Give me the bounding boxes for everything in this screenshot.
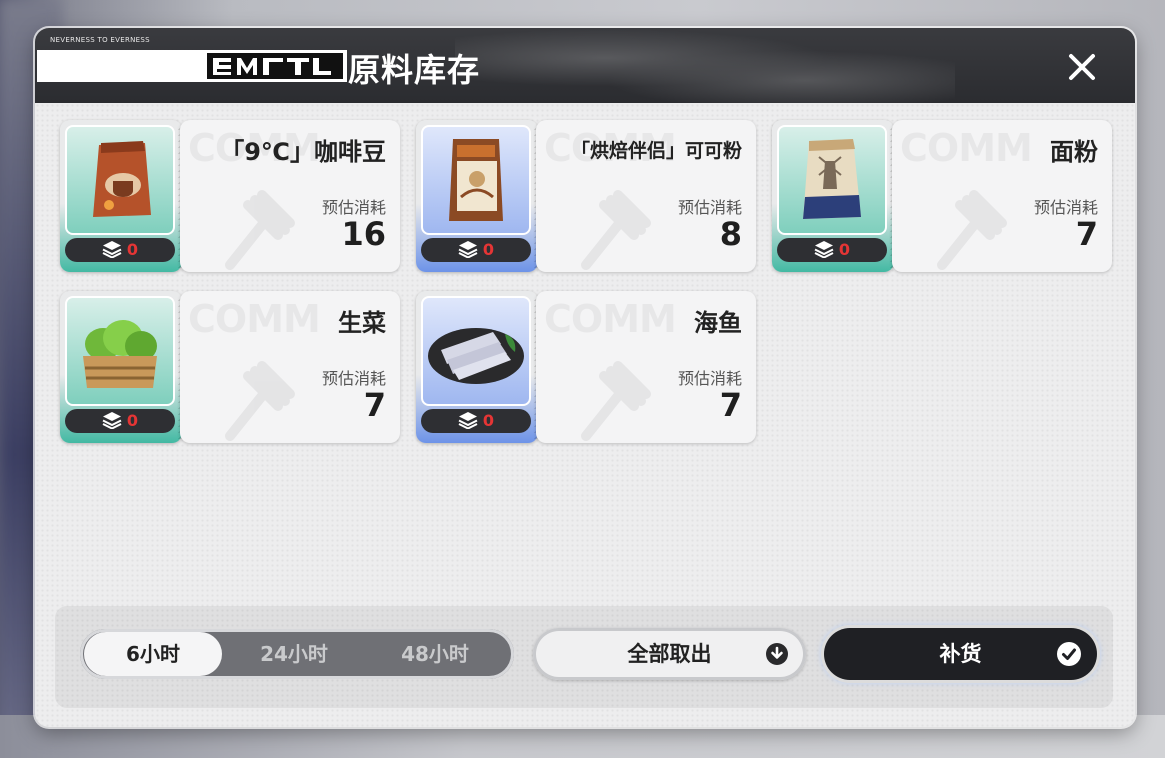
restock-button[interactable]: 补货: [824, 628, 1097, 680]
fork-watermark-icon: [581, 190, 651, 270]
take-all-label: 全部取出: [627, 642, 712, 666]
take-all-button[interactable]: 全部取出: [533, 628, 806, 680]
brand-text: NEVERNESS TO EVERNESS: [50, 36, 150, 44]
duration-selector: 6小时 24小时 48小时: [80, 629, 514, 679]
watermark-icon: COMM: [544, 297, 677, 341]
estimate-value: 8: [719, 215, 742, 253]
ingredient-info: COMM 海鱼 预估消耗 7: [536, 291, 756, 443]
ingredient-thumbnail: 0: [416, 291, 538, 443]
duration-option-24h[interactable]: 24小时: [225, 632, 363, 676]
flour-bag-icon: [803, 139, 861, 219]
layers-icon: [814, 241, 834, 259]
ingredient-thumbnail: 0: [60, 291, 182, 443]
ingredient-name: 「烘焙伴侣」可可粉: [570, 140, 742, 162]
duration-option-6h[interactable]: 6小时: [84, 632, 222, 676]
fork-watermark-icon: [581, 361, 651, 441]
ingredient-info: COMM 「9℃」咖啡豆 预估消耗 16: [180, 120, 400, 272]
estimate-value: 16: [341, 215, 386, 253]
restock-label: 补货: [939, 642, 982, 666]
ingredient-name: 海鱼: [694, 309, 742, 337]
ingredient-thumbnail: 0: [772, 120, 894, 272]
close-icon[interactable]: [1065, 50, 1099, 84]
ingredient-card[interactable]: 0 COMM 面粉 预估消耗 7: [772, 120, 1112, 272]
ingredient-card[interactable]: 0 COMM 「烘焙伴侣」可可粉 预估消耗 8: [416, 120, 756, 272]
watermark-icon: COMM: [188, 297, 321, 341]
stock-count: 0: [65, 238, 175, 262]
ingredient-name: 面粉: [1050, 138, 1098, 166]
download-circle-icon: [766, 643, 788, 665]
ingredient-info: COMM 面粉 预估消耗 7: [892, 120, 1112, 272]
panel-header: NEVERNESS TO EVERNESS 原料库存: [35, 28, 1135, 103]
ingredient-thumbnail: 0: [416, 120, 538, 272]
estimate-value: 7: [1075, 215, 1098, 253]
cocoa-pouch-icon: [449, 139, 503, 221]
estimate-value: 7: [363, 386, 386, 424]
estimate-value: 7: [719, 386, 742, 424]
stock-count: 0: [421, 238, 531, 262]
logo-mark-icon: [207, 53, 343, 79]
fork-watermark-icon: [937, 190, 1007, 270]
fork-watermark-icon: [225, 190, 295, 270]
watermark-icon: COMM: [900, 126, 1033, 170]
ingredient-info: COMM 生菜 预估消耗 7: [180, 291, 400, 443]
layers-icon: [458, 412, 478, 430]
coffee-bag-icon: [93, 141, 151, 217]
lettuce-crate-icon: [83, 320, 157, 388]
ingredient-name: 「9℃」咖啡豆: [220, 138, 386, 166]
inventory-panel: NEVERNESS TO EVERNESS 原料库存 0 COMM 「9℃」咖啡…: [35, 28, 1135, 727]
check-circle-icon: [1057, 642, 1081, 666]
ingredient-card[interactable]: 0 COMM 「9℃」咖啡豆 预估消耗 16: [60, 120, 400, 272]
ingredient-info: COMM 「烘焙伴侣」可可粉 预估消耗 8: [536, 120, 756, 272]
fish-plate-icon: [428, 328, 524, 384]
stock-count: 0: [777, 238, 887, 262]
ingredient-card[interactable]: 0 COMM 海鱼 预估消耗 7: [416, 291, 756, 443]
stock-count: 0: [65, 409, 175, 433]
layers-icon: [102, 412, 122, 430]
duration-option-48h[interactable]: 48小时: [366, 632, 504, 676]
stock-count: 0: [421, 409, 531, 433]
layers-icon: [102, 241, 122, 259]
ingredient-name: 生菜: [338, 309, 386, 337]
fork-watermark-icon: [225, 361, 295, 441]
page-title: 原料库存: [348, 51, 481, 89]
ingredient-thumbnail: 0: [60, 120, 182, 272]
ingredient-card[interactable]: 0 COMM 生菜 预估消耗 7: [60, 291, 400, 443]
layers-icon: [458, 241, 478, 259]
